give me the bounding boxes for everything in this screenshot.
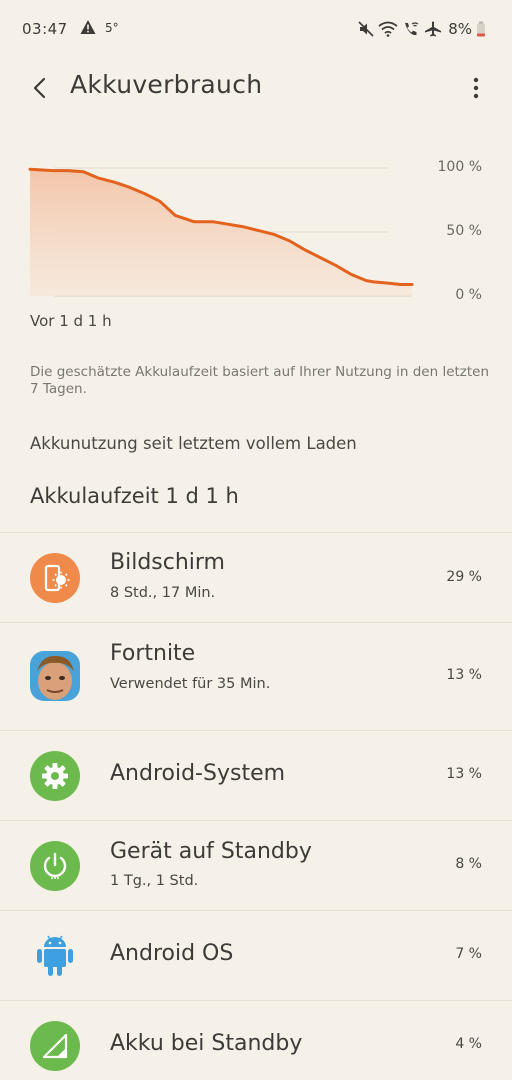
battery-usage-chart: 100 % 50 % 0 % Vor 1 d 1 h bbox=[0, 140, 512, 340]
item-percent: 4 % bbox=[455, 1036, 482, 1052]
item-subtitle: 8 Std., 17 Min. bbox=[110, 585, 216, 601]
fortnite-app-icon bbox=[30, 651, 80, 701]
item-title: Android-System bbox=[110, 761, 286, 786]
back-button[interactable] bbox=[24, 74, 56, 102]
status-time: 03:47 bbox=[22, 20, 68, 38]
gear-icon bbox=[30, 751, 80, 801]
android-robot-icon bbox=[30, 931, 80, 981]
list-item-android-system[interactable]: Android-System 13 % bbox=[0, 730, 512, 820]
battery-icon bbox=[477, 21, 485, 37]
status-bar: 03:47 5° 8% bbox=[0, 0, 512, 60]
page-title: Akkuverbrauch bbox=[70, 70, 263, 99]
list-item-bildschirm[interactable]: Bildschirm 8 Std., 17 Min. 29 % bbox=[0, 532, 512, 622]
y-tick-label: 50 % bbox=[446, 223, 482, 239]
item-percent: 29 % bbox=[446, 569, 482, 585]
usage-list: Bildschirm 8 Std., 17 Min. 29 % Fortnite… bbox=[0, 532, 512, 1080]
y-tick-label: 0 % bbox=[455, 287, 482, 303]
chart-canvas bbox=[28, 167, 414, 297]
screen-brightness-icon bbox=[30, 553, 80, 603]
power-icon bbox=[30, 841, 80, 891]
item-title: Bildschirm bbox=[110, 550, 225, 575]
item-percent: 13 % bbox=[446, 766, 482, 782]
item-percent: 8 % bbox=[455, 856, 482, 872]
wifi-icon bbox=[378, 21, 398, 37]
x-axis-label: Vor 1 d 1 h bbox=[30, 312, 112, 330]
list-item-akku-standby[interactable]: Akku bei Standby 4 % bbox=[0, 1000, 512, 1080]
wifi-call-icon bbox=[405, 22, 419, 36]
mute-icon bbox=[358, 21, 374, 37]
battery-runtime: Akkulaufzeit 1 d 1 h bbox=[30, 484, 239, 508]
item-title: Gerät auf Standby bbox=[110, 839, 312, 864]
list-item-fortnite[interactable]: Fortnite Verwendet für 35 Min. 13 % bbox=[0, 622, 512, 730]
status-temperature: 5° bbox=[105, 21, 119, 35]
item-title: Android OS bbox=[110, 941, 234, 966]
more-options-icon[interactable] bbox=[466, 76, 486, 100]
signal-icon bbox=[30, 1021, 80, 1071]
airplane-icon bbox=[425, 21, 442, 37]
item-title: Akku bei Standby bbox=[110, 1031, 303, 1056]
item-subtitle: 1 Tg., 1 Std. bbox=[110, 873, 199, 889]
list-item-standby[interactable]: Gerät auf Standby 1 Tg., 1 Std. 8 % bbox=[0, 820, 512, 910]
item-percent: 7 % bbox=[455, 946, 482, 962]
estimate-note: Die geschätzte Akkulaufzeit basiert auf … bbox=[30, 364, 490, 397]
item-title: Fortnite bbox=[110, 641, 196, 666]
item-subtitle: Verwendet für 35 Min. bbox=[110, 676, 271, 692]
list-item-android-os[interactable]: Android OS 7 % bbox=[0, 910, 512, 1000]
section-header: Akkunutzung seit letztem vollem Laden bbox=[30, 434, 357, 453]
y-tick-label: 100 % bbox=[437, 159, 482, 175]
status-icons: 8% bbox=[358, 18, 486, 40]
warning-icon bbox=[80, 20, 96, 34]
battery-percent: 8% bbox=[448, 20, 472, 38]
item-percent: 13 % bbox=[446, 667, 482, 683]
